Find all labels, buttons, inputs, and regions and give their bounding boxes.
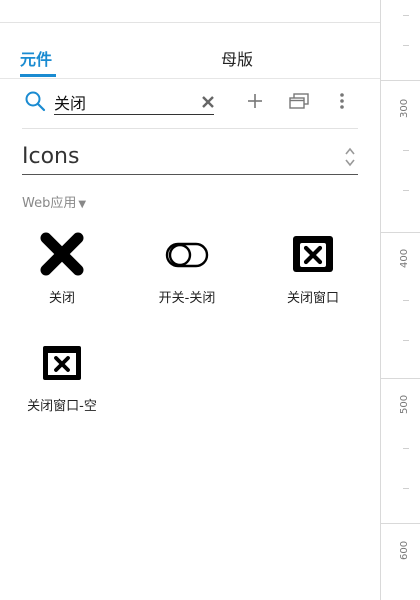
category-header[interactable]: Web应用 ▼ [22, 192, 86, 211]
ruler-minor-tick [403, 150, 409, 151]
close-window-icon [293, 236, 333, 272]
ruler-minor-tick [403, 488, 409, 489]
search-row [0, 80, 380, 126]
ruler-major-tick [381, 378, 420, 379]
search-input[interactable] [54, 90, 214, 115]
app-root: 元件 母版 关闭 Icons Web应用 ▼ 关闭 开关-关闭 关闭窗口 关闭窗… [0, 0, 420, 600]
widget-item-close-window-empty[interactable]: 关闭窗口-空 [7, 340, 117, 430]
widgets-panel: 元件 母版 关闭 Icons Web应用 ▼ 关闭 开关-关闭 关闭窗口 关闭窗… [0, 0, 380, 600]
ruler-minor-tick [403, 45, 409, 46]
ruler-label: 600 [399, 540, 410, 560]
widget-item-label: 关闭窗口 [286, 291, 339, 306]
panel-top-strip [0, 0, 380, 23]
ruler-major-tick [381, 523, 420, 524]
widget-item-label: 关闭窗口-空 [27, 399, 97, 414]
ruler-minor-tick [403, 448, 409, 449]
search-divider [22, 128, 358, 129]
widget-item-label: 关闭 [48, 291, 75, 306]
toggle-off-icon [165, 242, 209, 268]
ruler-minor-tick [403, 300, 409, 301]
ruler-minor-tick [403, 15, 409, 16]
tab-widgets[interactable]: 元件 [20, 46, 52, 70]
x-icon [40, 232, 84, 276]
ruler-minor-tick [403, 340, 409, 341]
widget-item-close[interactable]: 关闭 [7, 230, 117, 320]
tab-masters[interactable]: 母版 [221, 46, 253, 70]
library-windows-icon[interactable] [288, 92, 310, 110]
ruler-major-tick [381, 80, 420, 81]
library-dropdown[interactable]: Icons [22, 140, 358, 175]
widget-item-toggle-off[interactable]: 开关-关闭 [132, 230, 242, 320]
panel-tabs: 元件 母版 [0, 22, 380, 79]
active-tab-underline [20, 74, 56, 77]
search-icon[interactable] [24, 90, 46, 112]
more-options-icon[interactable] [338, 92, 346, 110]
caret-down-icon: ▼ [78, 199, 87, 210]
ruler-label: 500 [399, 394, 410, 414]
widget-item-close-window[interactable]: 关闭窗口 [258, 230, 368, 320]
widget-item-label: 开关-关闭 [158, 291, 216, 306]
chevron-updown-icon [345, 147, 355, 167]
clear-search-icon[interactable] [200, 94, 216, 110]
ruler-major-tick [381, 232, 420, 233]
ruler-minor-tick [403, 190, 409, 191]
category-label: Web应用 [22, 196, 77, 211]
vertical-ruler: 300 400 500 600 [380, 0, 420, 600]
ruler-label: 400 [399, 248, 410, 268]
close-window-empty-icon [43, 346, 81, 380]
add-library-icon[interactable] [246, 92, 264, 110]
ruler-label: 300 [399, 98, 410, 118]
library-dropdown-value: Icons [22, 144, 80, 169]
